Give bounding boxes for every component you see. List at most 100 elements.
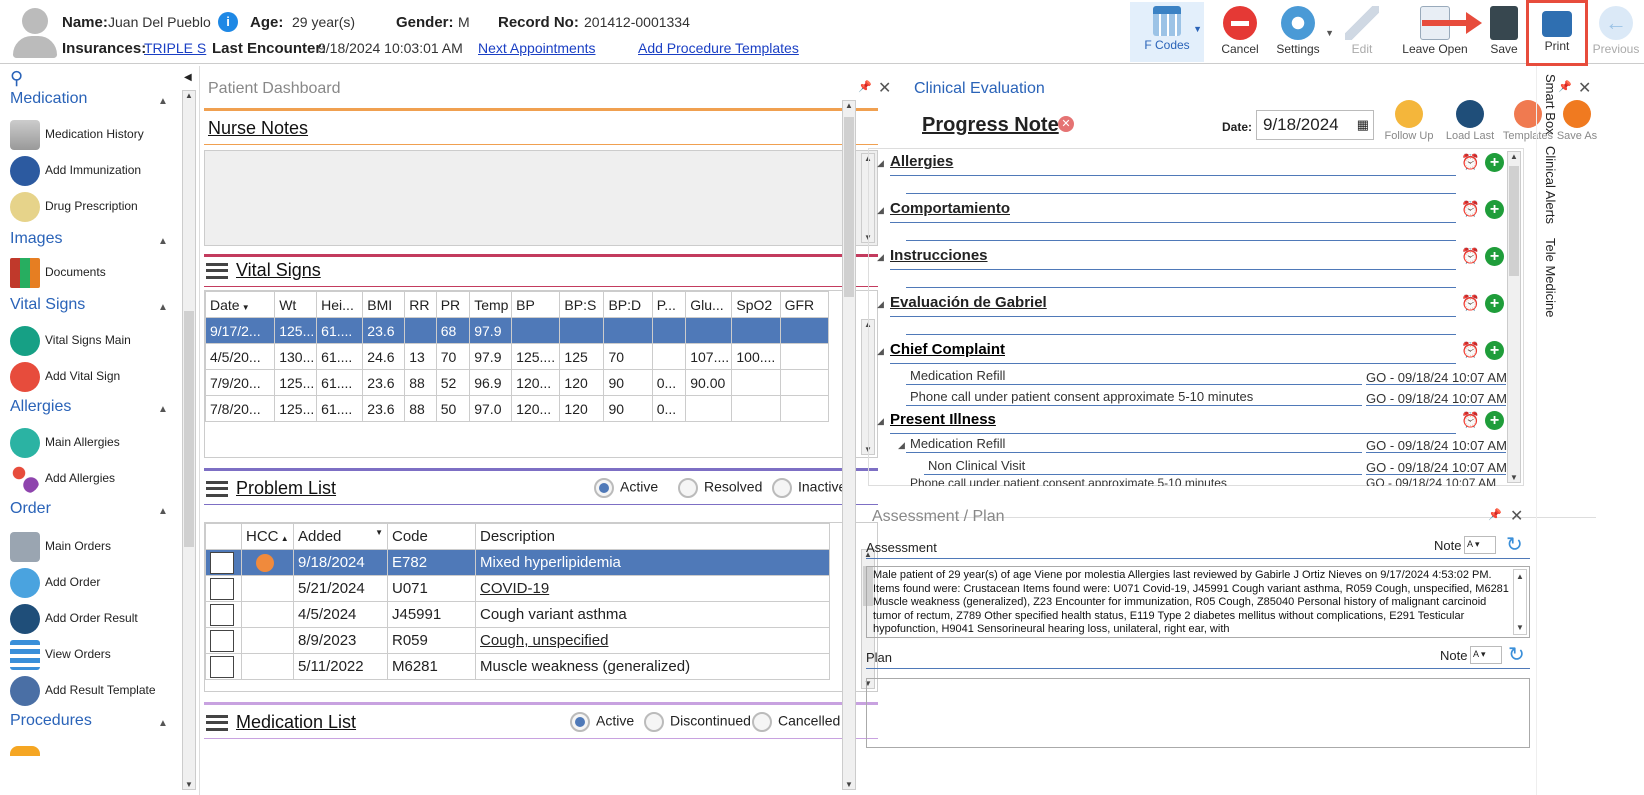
medication-list-menu-icon[interactable] [206, 714, 228, 731]
next-appointments-link[interactable]: Next Appointments [478, 40, 596, 56]
close-icon[interactable]: ✕ [1510, 506, 1523, 526]
alarm-icon[interactable]: ⏰ [1461, 153, 1480, 171]
problem-list-title[interactable]: Problem List [236, 478, 336, 499]
add-icon[interactable]: + [1485, 411, 1504, 430]
assessment-textarea[interactable]: Male patient of 29 year(s) of age Viene … [866, 566, 1530, 638]
chevron-up-icon[interactable]: ▲ [158, 96, 168, 107]
insurance-link[interactable]: TRIPLE S [144, 40, 206, 56]
problem-column-header[interactable]: Description [475, 523, 830, 550]
assessment-scrollbar[interactable]: ▲ ▼ [1513, 569, 1527, 635]
remove-note-icon[interactable]: ✕ [1058, 116, 1074, 132]
illness-entry-text[interactable]: Medication Refill [910, 436, 1005, 451]
problem-column-header[interactable]: HCC ▲ [241, 523, 294, 550]
dashboard-scrollbar[interactable]: ▲ ▼ [842, 100, 856, 790]
vital-signs-column-header[interactable]: P... [651, 291, 687, 318]
checkbox[interactable] [210, 577, 234, 600]
problem-list-menu-icon[interactable] [206, 480, 228, 497]
problem-column-header[interactable]: Code [387, 523, 476, 550]
section-instrucciones[interactable]: ◢ Instrucciones ⏰ + [874, 247, 1506, 288]
sidebar-item-drug-prescription[interactable]: Drug Prescription [10, 190, 175, 224]
sidebar-item-add-order[interactable]: Add Order [10, 566, 175, 600]
sidebar-section-vital-signs[interactable]: Vital Signs [10, 296, 85, 314]
section-comportamiento[interactable]: ◢ Comportamiento ⏰ + [874, 200, 1506, 241]
vital-signs-column-header[interactable]: GFR [779, 291, 830, 318]
vital-signs-row[interactable]: 7/9/20... 125... 61.... 23.6 88 52 96.9 120... 1… [205, 369, 830, 396]
sidebar-item-main-orders[interactable]: Main Orders [10, 530, 175, 564]
illness-entry-text[interactable]: Non Clinical Visit [928, 458, 1025, 473]
problem-column-header[interactable]: Added ▼ [293, 523, 388, 550]
sidebar-item-add-result-template[interactable]: Add Result Template [10, 674, 175, 708]
sort-desc-icon[interactable]: ▼ [240, 303, 250, 312]
sidebar-item-medication-history[interactable]: Medication History [10, 118, 175, 152]
vital-signs-column-header[interactable]: Hei... [316, 291, 364, 318]
vital-signs-menu-icon[interactable] [206, 262, 228, 279]
section-allergies[interactable]: ◢ Allergies ⏰ + [874, 153, 1506, 194]
vital-signs-row[interactable]: 4/5/20... 130... 61.... 24.6 13 70 97.9 125....… [205, 343, 830, 370]
vital-signs-row[interactable]: 9/17/2... 125... 61.... 23.6 68 97.9 [205, 317, 830, 344]
vital-signs-column-header[interactable]: Temp [469, 291, 513, 318]
section-chief-complaint[interactable]: ◢ Chief Complaint ⏰ + [874, 341, 1506, 365]
vital-signs-column-header[interactable]: Wt [274, 291, 318, 318]
save-button[interactable]: Save [1474, 2, 1534, 62]
problem-filter-inactive[interactable]: Inactive [772, 478, 846, 498]
alarm-icon[interactable]: ⏰ [1461, 200, 1480, 218]
add-icon[interactable]: + [1485, 247, 1504, 266]
chevron-up-icon[interactable]: ▲ [158, 302, 168, 313]
chief-entry-text[interactable]: Phone call under patient consent approxi… [910, 389, 1253, 404]
medication-filter-discontinued[interactable]: Discontinued [644, 712, 751, 732]
problem-column-header[interactable] [205, 523, 242, 550]
sidebar-section-medication[interactable]: Medication [10, 90, 87, 108]
load-last-button[interactable]: Load Last [1442, 100, 1498, 142]
vital-signs-column-header[interactable]: BMI [362, 291, 406, 318]
problem-filter-active[interactable]: Active [594, 478, 658, 498]
chevron-up-icon[interactable]: ▲ [158, 506, 168, 517]
medication-filter-cancelled[interactable]: Cancelled [752, 712, 840, 732]
chief-entry-text[interactable]: Medication Refill [910, 368, 1005, 383]
problem-filter-resolved[interactable]: Resolved [678, 478, 762, 498]
vital-signs-column-header[interactable]: RR [404, 291, 437, 318]
sidebar-scrollbar[interactable]: ▲ ▼ [182, 90, 196, 790]
checkbox[interactable] [210, 551, 234, 574]
refresh-icon[interactable]: ↻ [1508, 642, 1525, 667]
expand-triangle-icon[interactable]: ◢ [898, 440, 905, 451]
vital-signs-column-header[interactable]: BP [511, 291, 561, 318]
chevron-up-icon[interactable]: ▲ [158, 404, 168, 415]
sidebar-section-procedures[interactable]: Procedures [10, 712, 92, 730]
close-icon[interactable]: ✕ [1578, 78, 1591, 98]
add-icon[interactable]: + [1485, 294, 1504, 313]
medication-filter-active[interactable]: Active [570, 712, 634, 732]
assessment-note-dropdown[interactable]: A ▾ [1464, 536, 1496, 554]
sort-asc-icon[interactable]: ▲ [279, 534, 289, 543]
row-checkbox[interactable] [205, 627, 242, 654]
plan-note-dropdown[interactable]: A ▾ [1470, 646, 1502, 664]
row-checkbox[interactable] [205, 601, 242, 628]
sidebar-section-order[interactable]: Order [10, 500, 51, 518]
collapse-sidebar-icon[interactable]: ◀ [184, 72, 192, 83]
sidebar-item-main-allergies[interactable]: Main Allergies [10, 426, 175, 460]
alarm-icon[interactable]: ⏰ [1461, 411, 1480, 429]
checkbox[interactable] [210, 655, 234, 678]
alarm-icon[interactable]: ⏰ [1461, 247, 1480, 265]
cancel-button[interactable]: Cancel [1210, 2, 1270, 62]
leave-open-button[interactable]: Leave Open [1400, 2, 1470, 62]
vital-signs-column-header[interactable]: SpO2 [731, 291, 781, 318]
sidebar-section-allergies[interactable]: Allergies [10, 398, 71, 416]
problem-row[interactable]: 9/18/2024 E782 Mixed hyperlipidemia [205, 549, 830, 576]
pin-icon[interactable]: 📌 [1488, 508, 1502, 521]
illness-entry-text[interactable]: Phone call under patient consent approxi… [910, 478, 1227, 486]
problem-row[interactable]: 5/11/2022 M6281 Muscle weakness (generaliz… [205, 653, 830, 680]
alarm-icon[interactable]: ⏰ [1461, 341, 1480, 359]
follow-up-button[interactable]: Follow Up [1382, 100, 1436, 142]
row-checkbox[interactable] [205, 549, 242, 576]
fcodes-button[interactable]: F Codes ▼ [1130, 2, 1204, 62]
tab-smart-box[interactable]: Smart Box [1543, 74, 1558, 135]
problem-row[interactable]: 8/9/2023 R059 Cough, unspecified [205, 627, 830, 654]
note-scrollbar[interactable]: ▲ ▼ [1507, 151, 1521, 483]
sidebar-item-add-vital-sign[interactable]: Add Vital Sign [10, 360, 175, 394]
row-checkbox[interactable] [205, 575, 242, 602]
add-procedure-templates-link[interactable]: Add Procedure Templates [638, 40, 799, 56]
plan-textarea[interactable] [866, 678, 1530, 748]
sidebar-item-add-order-result[interactable]: Add Order Result [10, 602, 175, 636]
add-icon[interactable]: + [1485, 200, 1504, 219]
tab-clinical-alerts[interactable]: Clinical Alerts [1543, 146, 1558, 224]
